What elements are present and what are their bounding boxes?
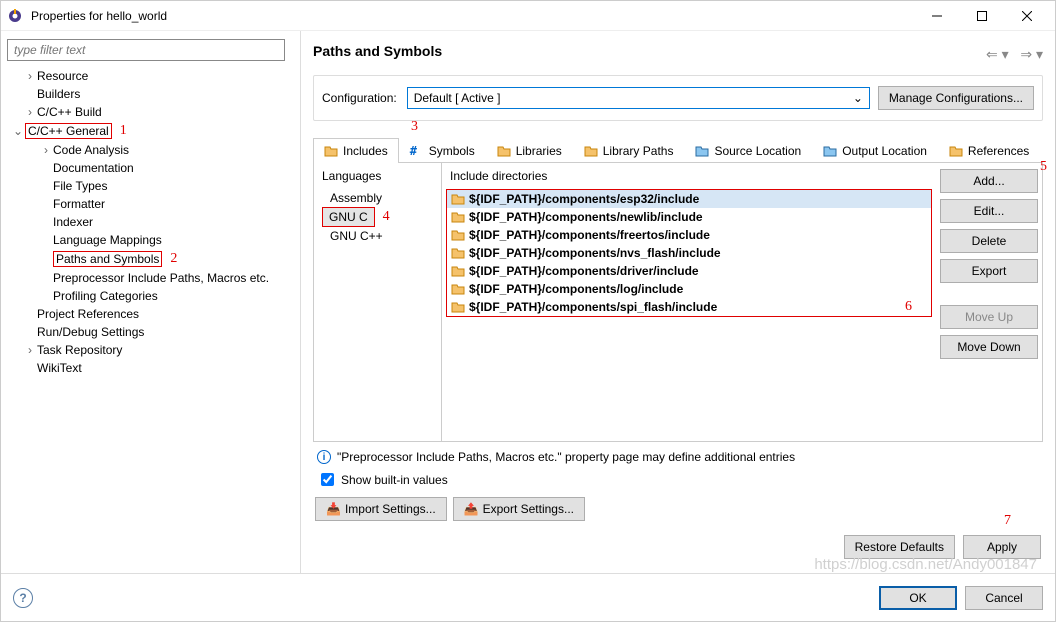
- annotation-3: 3: [411, 119, 418, 135]
- annotation-7: 7: [1004, 513, 1011, 529]
- folder-icon: [497, 144, 511, 158]
- languages-title: Languages: [322, 169, 433, 189]
- include-item[interactable]: ${IDF_PATH}/components/freertos/include: [447, 226, 931, 244]
- page-title: Paths and Symbols: [313, 43, 986, 59]
- include-folder-icon: [451, 300, 465, 314]
- annotation-4: 4: [383, 209, 390, 225]
- minimize-button[interactable]: [914, 2, 959, 30]
- ok-button[interactable]: OK: [879, 586, 957, 610]
- language-item[interactable]: GNU C: [322, 207, 375, 227]
- folder-icon: [949, 144, 963, 158]
- tree-run-debug[interactable]: Run/Debug Settings: [7, 323, 294, 341]
- annotation-5: 5: [1040, 159, 1047, 175]
- tree-code-analysis[interactable]: ›Code Analysis: [7, 141, 294, 159]
- include-item[interactable]: ${IDF_PATH}/components/spi_flash/include: [447, 298, 931, 316]
- annotation-1: 1: [120, 123, 127, 139]
- tree-file-types[interactable]: File Types: [7, 177, 294, 195]
- tree-wikitext[interactable]: WikiText: [7, 359, 294, 377]
- tree-builders[interactable]: Builders: [7, 85, 294, 103]
- tree-language-mappings[interactable]: Language Mappings: [7, 231, 294, 249]
- info-text: "Preprocessor Include Paths, Macros etc.…: [337, 450, 795, 464]
- export-icon: 📤: [464, 502, 479, 516]
- language-item[interactable]: GNU C++: [322, 227, 433, 245]
- import-settings-button[interactable]: 📥Import Settings...: [315, 497, 447, 521]
- folder-icon: [823, 144, 837, 158]
- move-up-button[interactable]: Move Up: [940, 305, 1038, 329]
- tree-preproc[interactable]: Preprocessor Include Paths, Macros etc.: [7, 269, 294, 287]
- include-folder-icon: [451, 264, 465, 278]
- tree-project-refs[interactable]: Project References: [7, 305, 294, 323]
- include-folder-icon: [451, 192, 465, 206]
- include-folder-icon: [451, 246, 465, 260]
- annotation-2: 2: [170, 251, 177, 267]
- tab-symbols[interactable]: # Symbols: [399, 138, 486, 163]
- tree-task-repo[interactable]: ›Task Repository: [7, 341, 294, 359]
- tab-bar: Includes # Symbols Libraries Library Pat…: [313, 137, 1043, 163]
- tree-documentation[interactable]: Documentation: [7, 159, 294, 177]
- chevron-down-icon: ⌄: [853, 91, 863, 105]
- apply-button[interactable]: Apply: [963, 535, 1041, 559]
- export-button[interactable]: Export: [940, 259, 1038, 283]
- folder-icon: [695, 144, 709, 158]
- app-icon: [7, 8, 23, 24]
- export-settings-button[interactable]: 📤Export Settings...: [453, 497, 585, 521]
- annotation-6: 6: [905, 299, 912, 315]
- include-item[interactable]: ${IDF_PATH}/components/driver/include: [447, 262, 931, 280]
- folder-icon: [324, 144, 338, 158]
- tree-formatter[interactable]: Formatter: [7, 195, 294, 213]
- cancel-button[interactable]: Cancel: [965, 586, 1043, 610]
- info-icon: i: [317, 450, 331, 464]
- include-folder-icon: [451, 228, 465, 242]
- help-button[interactable]: ?: [13, 588, 33, 608]
- move-down-button[interactable]: Move Down: [940, 335, 1038, 359]
- includes-title: Include directories: [446, 169, 932, 189]
- property-tree[interactable]: ›Resource Builders ›C/C++ Build ⌄C/C++ G…: [7, 67, 294, 565]
- include-list[interactable]: ${IDF_PATH}/components/esp32/include ${I…: [446, 189, 932, 317]
- include-folder-icon: [451, 210, 465, 224]
- tab-includes[interactable]: Includes: [313, 138, 399, 163]
- tree-resource[interactable]: ›Resource: [7, 67, 294, 85]
- add-button[interactable]: Add...: [940, 169, 1038, 193]
- window-title: Properties for hello_world: [27, 9, 914, 23]
- close-button[interactable]: [1004, 2, 1049, 30]
- delete-button[interactable]: Delete: [940, 229, 1038, 253]
- tab-output-location[interactable]: Output Location: [812, 138, 938, 163]
- tree-indexer[interactable]: Indexer: [7, 213, 294, 231]
- include-item[interactable]: ${IDF_PATH}/components/esp32/include: [447, 190, 931, 208]
- filter-input[interactable]: [7, 39, 285, 61]
- configuration-select[interactable]: Default [ Active ] ⌄: [407, 87, 870, 109]
- show-builtin-label: Show built-in values: [341, 473, 448, 487]
- include-item[interactable]: ${IDF_PATH}/components/newlib/include: [447, 208, 931, 226]
- edit-button[interactable]: Edit...: [940, 199, 1038, 223]
- config-label: Configuration:: [322, 91, 397, 105]
- import-icon: 📥: [326, 502, 341, 516]
- folder-icon: [584, 144, 598, 158]
- tab-libraries[interactable]: Libraries: [486, 138, 573, 163]
- tree-ccgeneral[interactable]: ⌄C/C++ General1: [7, 121, 294, 141]
- include-item[interactable]: ${IDF_PATH}/components/nvs_flash/include: [447, 244, 931, 262]
- restore-defaults-button[interactable]: Restore Defaults: [844, 535, 955, 559]
- tab-references[interactable]: References: [938, 138, 1040, 163]
- manage-configs-button[interactable]: Manage Configurations...: [878, 86, 1034, 110]
- language-item[interactable]: Assembly: [322, 189, 433, 207]
- tab-source-location[interactable]: Source Location: [684, 138, 812, 163]
- show-builtin-checkbox[interactable]: [321, 473, 334, 486]
- include-item[interactable]: ${IDF_PATH}/components/log/include: [447, 280, 931, 298]
- tree-paths-symbols[interactable]: Paths and Symbols2: [7, 249, 294, 269]
- nav-arrows[interactable]: ⇐ ▾ ⇒ ▾: [986, 46, 1043, 63]
- tree-ccbuild[interactable]: ›C/C++ Build: [7, 103, 294, 121]
- include-folder-icon: [451, 282, 465, 296]
- tab-library-paths[interactable]: Library Paths: [573, 138, 685, 163]
- tree-profiling[interactable]: Profiling Categories: [7, 287, 294, 305]
- maximize-button[interactable]: [959, 2, 1004, 30]
- hash-icon: #: [410, 144, 424, 158]
